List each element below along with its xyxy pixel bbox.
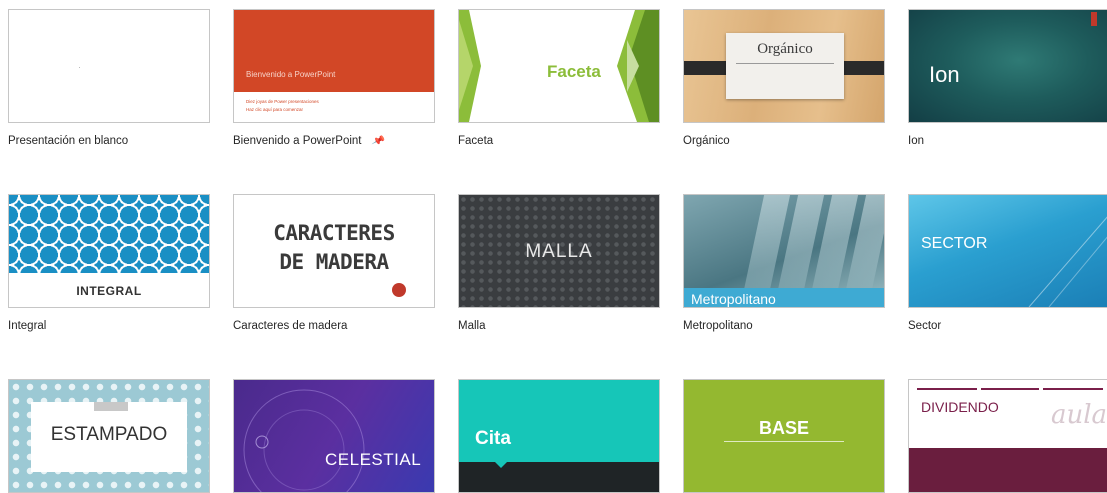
template-thumbnail[interactable]: aula DIVIDENDO [908,379,1107,493]
thumb-rule [981,388,1039,390]
template-celestial[interactable]: CELESTIAL [233,379,435,493]
template-thumbnail[interactable]: ESTAMPADO [8,379,210,493]
template-estampado[interactable]: ESTAMPADO [8,379,210,493]
template-dividendo[interactable]: aula DIVIDENDO [908,379,1107,493]
pattern-band [9,195,209,273]
template-bienvenido[interactable]: Bienvenido a PowerPoint Diez joyas de Po… [233,9,435,148]
template-label: Caracteres de madera [233,320,348,332]
orbit-lines [243,389,365,492]
template-thumbnail[interactable]: Ion [908,9,1107,123]
thumb-stamp [392,283,406,297]
thumb-title: Bienvenido a PowerPoint [246,70,336,79]
template-thumbnail[interactable]: CELESTIAL [233,379,435,493]
template-label: Sector [908,320,942,332]
thumb-title: Faceta [547,62,601,81]
thumb-rule [1043,388,1103,390]
thumb-title: ESTAMPADO [50,424,168,445]
template-label: Bienvenido a PowerPoint [233,135,362,147]
template-thumbnail[interactable]: Cita [458,379,660,493]
thumb-tag [1091,12,1097,26]
template-caracteres-de-madera[interactable]: CARACTERES DE MADERA Caracteres de mader… [233,194,435,332]
thumb-title: CELESTIAL [325,450,422,469]
template-label: Malla [458,320,486,332]
thumb-script-text: aula [1051,400,1107,430]
template-label: Orgánico [683,135,730,147]
thumb-title: Orgánico [757,41,813,57]
template-thumbnail[interactable]: Faceta [458,9,660,123]
pin-icon[interactable]: 📌 [370,134,385,148]
thumb-title: Cita [475,428,511,449]
template-label: Presentación en blanco [8,135,129,147]
template-blank[interactable]: Presentación en blanco [8,9,210,147]
template-thumbnail[interactable]: Orgánico [683,9,885,123]
thumb-title: INTEGRAL [76,284,142,298]
template-ion[interactable]: Ion Ion [908,9,1107,147]
thumb-clip [94,402,128,411]
thumb-title: CARACTERES [273,221,395,245]
template-thumbnail[interactable]: CARACTERES DE MADERA [233,194,435,308]
template-integral[interactable]: INTEGRAL Integral [8,194,210,332]
template-organico[interactable]: Orgánico Orgánico [683,9,885,147]
thumb-title: MALLA [525,241,593,262]
template-faceta[interactable]: Faceta Faceta [458,9,660,147]
template-thumbnail[interactable]: MALLA [458,194,660,308]
thumb-title: BASE [758,418,809,438]
quote-pointer [495,462,507,468]
template-thumbnail[interactable]: INTEGRAL [8,194,210,308]
thumb-divider [724,441,844,442]
thumb-header-band [234,10,434,92]
template-thumbnail[interactable]: BASE [683,379,885,493]
template-thumbnail[interactable]: Metropolitano [683,194,885,308]
thumb-divider [736,63,834,64]
thumb-title: DIVIDENDO [921,399,999,415]
thumb-title: Metropolitano [691,291,776,307]
thumb-card: Orgánico [726,33,844,99]
template-label: Metropolitano [683,320,753,332]
template-malla[interactable]: MALLA Malla [458,194,660,332]
template-thumbnail[interactable] [8,9,210,123]
thumb-band [909,448,1107,492]
template-sector[interactable]: SECTOR Sector [908,194,1107,332]
thumb-title: DE MADERA [279,250,389,274]
template-thumbnail[interactable]: Bienvenido a PowerPoint Diez joyas de Po… [233,9,435,123]
thumb-subtitle: Diez joyas de Power presentaciones [246,99,319,104]
template-thumbnail[interactable]: SECTOR [908,194,1107,308]
template-label: Ion [908,135,924,147]
thumb-footer [459,462,659,492]
template-label: Integral [8,320,47,332]
template-metropolitano[interactable]: Metropolitano Metropolitano [683,194,885,332]
thumb-card: ESTAMPADO [31,402,187,472]
thumb-subtitle: Haz clic aquí para comenzar [246,107,304,112]
thumb-title: SECTOR [921,235,988,252]
template-cita[interactable]: Cita [458,379,660,493]
thumb-title: Ion [929,62,960,87]
thumb-rule [917,388,977,390]
template-base[interactable]: BASE [683,379,885,493]
template-label: Faceta [458,135,494,147]
blank-slide [79,67,80,68]
